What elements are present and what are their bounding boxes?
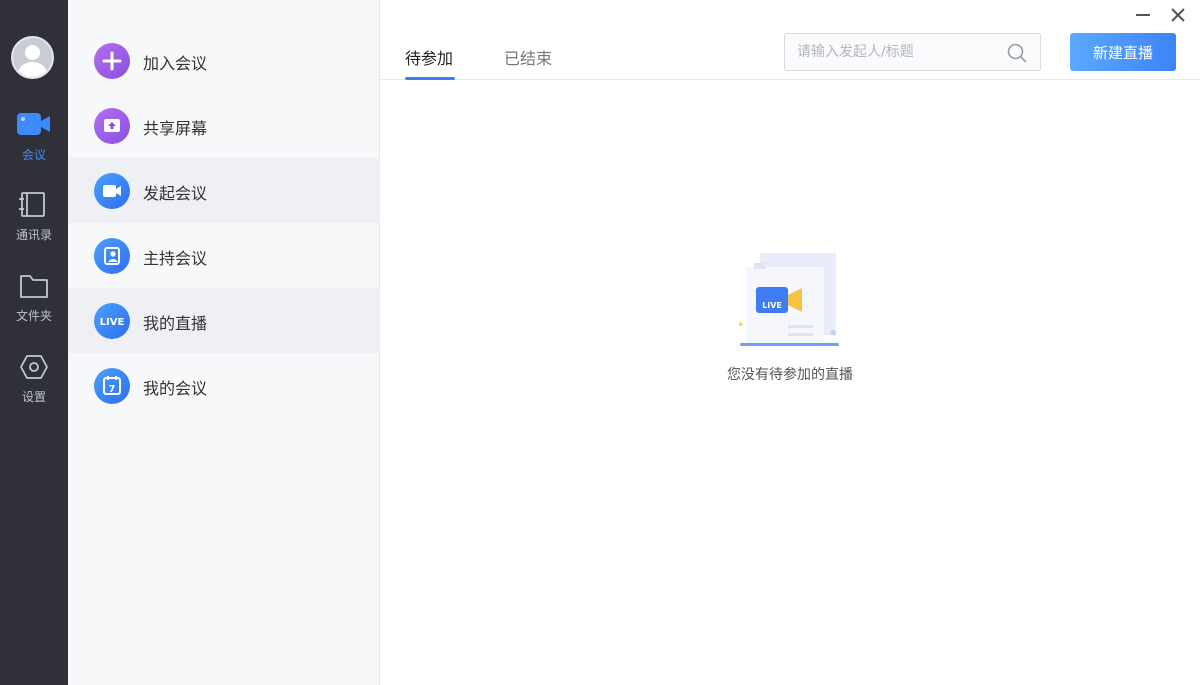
menu-item-label: 发起会议: [143, 184, 208, 203]
menu-item-label: 加入会议: [143, 54, 208, 73]
nav-rail: 会议 通讯录 文件夹 设置: [0, 0, 68, 685]
share-screen-icon: [94, 108, 130, 144]
tab-ended[interactable]: 已结束: [504, 45, 552, 69]
empty-live-badge: LIVE: [762, 301, 782, 310]
menu-item-my-live[interactable]: LIVE 我的直播: [68, 288, 380, 353]
rail-label: 文件夹: [15, 309, 52, 323]
rail-item-settings[interactable]: 设置: [0, 354, 68, 414]
rail-item-folders[interactable]: 文件夹: [0, 273, 68, 333]
rail-item-contacts[interactable]: 通讯录: [0, 192, 68, 252]
settings-hexagon-icon: [20, 355, 48, 379]
live-badge-text: LIVE: [100, 317, 125, 328]
main-panel: 待参加 已结束 新建直播 LIVE 您没有待参加的直播: [380, 0, 1200, 685]
secondary-menu: 加入会议 共享屏幕 发起会议 主持会议 LIVE 我的直播 7 我的会议: [68, 0, 380, 685]
rail-label: 会议: [21, 148, 46, 162]
tab-upcoming[interactable]: 待参加: [405, 45, 453, 69]
search-input[interactable]: [797, 42, 997, 62]
menu-item-join-meeting[interactable]: 加入会议: [68, 28, 380, 93]
host-user-icon: [94, 238, 130, 274]
rail-label: 设置: [21, 390, 46, 404]
empty-state-text: 您没有待参加的直播: [727, 367, 853, 383]
new-live-button[interactable]: 新建直播: [1070, 33, 1176, 71]
search-box: [784, 33, 1041, 71]
plus-icon: [94, 43, 130, 79]
avatar-body: [18, 62, 47, 77]
calendar-day-text: 7: [109, 384, 116, 395]
address-book-icon: [19, 192, 45, 217]
menu-item-label: 主持会议: [143, 249, 208, 268]
rail-label: 通讯录: [15, 228, 52, 242]
menu-item-label: 我的直播: [143, 314, 208, 333]
menu-item-label: 我的会议: [143, 379, 208, 398]
menu-item-host-meeting[interactable]: 主持会议: [68, 223, 380, 288]
search-icon[interactable]: [1006, 42, 1028, 64]
menu-item-start-meeting[interactable]: 发起会议: [68, 158, 380, 223]
video-camera-icon: [17, 113, 50, 135]
avatar-head: [25, 45, 40, 60]
calendar-icon: 7: [94, 368, 130, 404]
active-tab-indicator: [405, 77, 455, 80]
tabs-bar: 待参加 已结束 新建直播: [380, 0, 1200, 80]
video-camera-icon: [94, 173, 130, 209]
folder-icon: [20, 275, 48, 298]
menu-item-share-screen[interactable]: 共享屏幕: [68, 93, 380, 158]
menu-item-my-meetings[interactable]: 7 我的会议: [68, 353, 380, 418]
rail-item-meetings[interactable]: 会议: [0, 112, 68, 172]
live-icon: LIVE: [94, 303, 130, 339]
menu-item-label: 共享屏幕: [143, 119, 208, 138]
avatar[interactable]: [11, 36, 54, 79]
